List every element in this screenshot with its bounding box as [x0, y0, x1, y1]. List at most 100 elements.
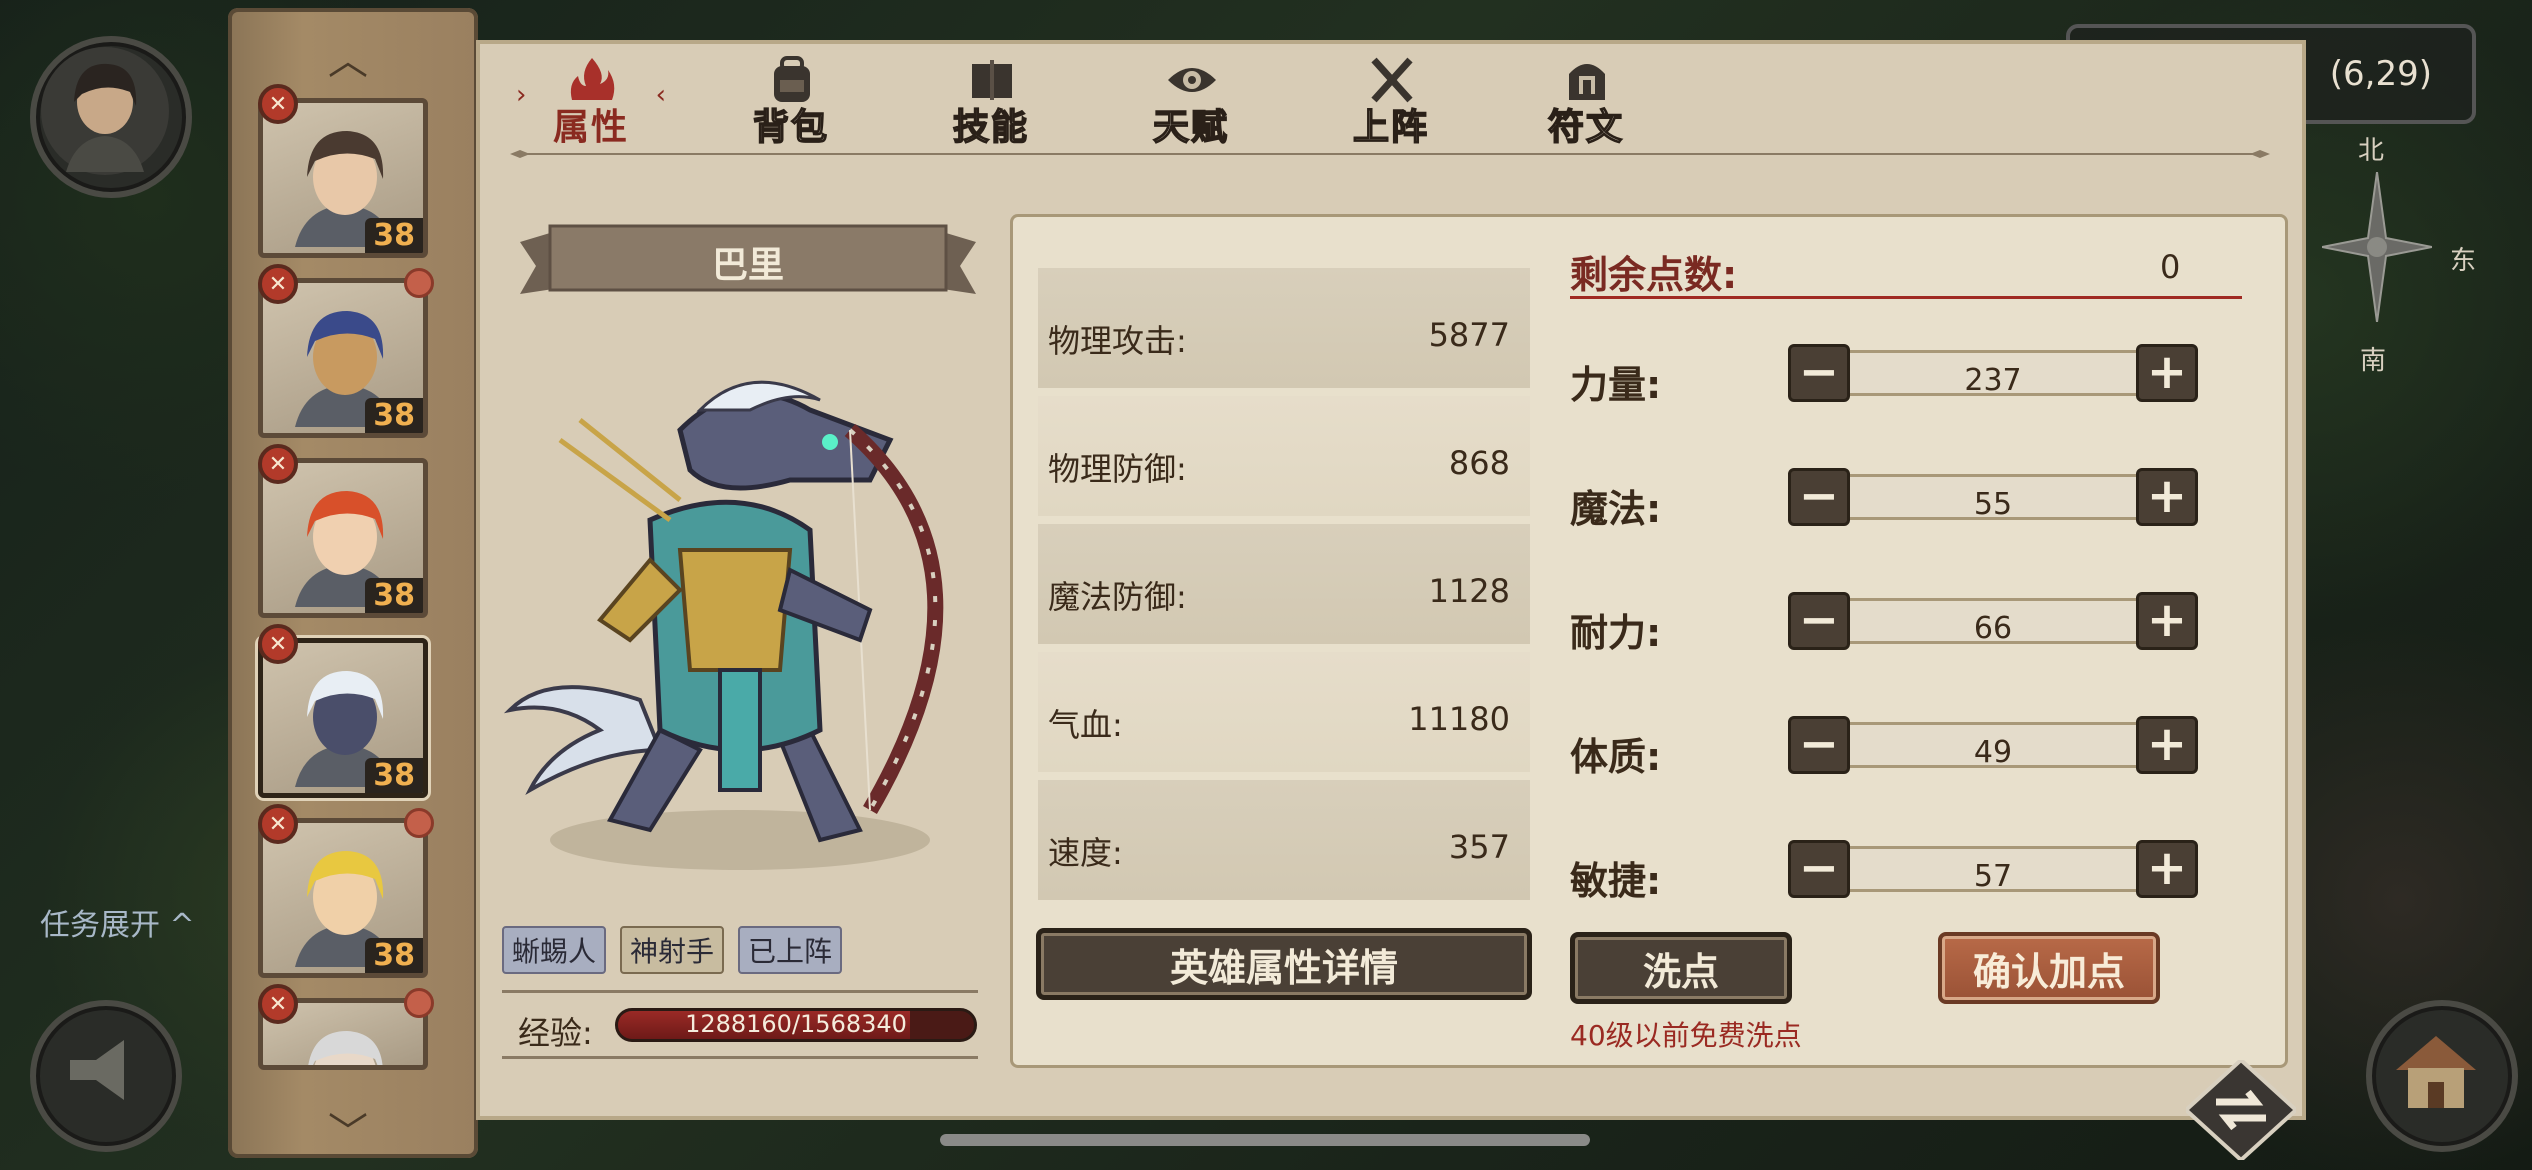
- attribute-stepper: 237 − +: [1788, 344, 2198, 402]
- experience-row: 经验: 1288160/1568340: [500, 1000, 980, 1052]
- decrease-button[interactable]: −: [1788, 716, 1850, 774]
- increase-button[interactable]: +: [2136, 344, 2198, 402]
- town-button[interactable]: [2366, 1000, 2518, 1152]
- free-reset-note: 40级以前免费洗点: [1570, 1019, 1802, 1052]
- stat-label: 物理攻击:: [1048, 322, 1187, 360]
- experience-label: 经验:: [518, 1014, 593, 1052]
- decrease-button[interactable]: −: [1788, 468, 1850, 526]
- increase-button[interactable]: +: [2136, 592, 2198, 650]
- tab-divider: [510, 150, 2270, 158]
- increase-button[interactable]: +: [2136, 840, 2198, 898]
- hero-portrait: [308, 1031, 383, 1065]
- coordinate-text: (6,29): [2329, 54, 2432, 94]
- tab-label: 天赋: [1152, 106, 1229, 149]
- class-badge-icon: ✕: [258, 804, 298, 844]
- base-stats-list: 物理攻击: 5877 物理防御: 868 魔法防御: 1128 气血: 11180 速度: 357: [1038, 268, 1530, 908]
- hero-level: 38: [365, 758, 423, 793]
- class-badge-icon: ✕: [258, 84, 298, 124]
- divider: [502, 990, 978, 993]
- compass-rose-icon: [2322, 172, 2432, 322]
- decrease-button[interactable]: −: [1788, 592, 1850, 650]
- stat-row: 速度: 357: [1038, 780, 1530, 900]
- attribute-value-field: 66: [1828, 598, 2158, 646]
- attribute-label: 魔法:: [1570, 487, 1662, 531]
- attribute-row: 魔法: 55 − +: [1570, 464, 2210, 534]
- stat-value: 5877: [1428, 316, 1510, 354]
- attribute-label: 体质:: [1570, 735, 1662, 779]
- race-tag: 蜥蜴人: [502, 926, 607, 974]
- confirm-points-button[interactable]: 确认加点: [1938, 932, 2160, 1004]
- increase-button[interactable]: +: [2136, 716, 2198, 774]
- tab-label: 背包: [752, 106, 829, 149]
- hero-stats-detail-button[interactable]: 英雄属性详情: [1036, 928, 1532, 1000]
- stat-value: 11180: [1408, 700, 1510, 738]
- attribute-value-field: 55: [1828, 474, 2158, 522]
- attribute-value-field: 237: [1828, 350, 2158, 398]
- stat-label: 物理防御:: [1048, 450, 1187, 488]
- compass-south-label: 南: [2360, 346, 2387, 376]
- attribute-value-field: 49: [1828, 722, 2158, 770]
- attribute-label: 敏捷:: [1570, 859, 1662, 903]
- remaining-points-label: 剩余点数:: [1570, 253, 1738, 297]
- hero-level: 38: [365, 218, 423, 253]
- attribute-value: 66: [1973, 611, 2013, 646]
- attribute-value-field: 57: [1828, 846, 2158, 894]
- attribute-stepper: 57 − +: [1788, 840, 2198, 898]
- deployed-tag: 已上阵: [738, 926, 843, 974]
- attribute-value: 49: [1973, 735, 2013, 770]
- class-badge-icon: ✕: [258, 444, 298, 484]
- compass-east-label: 东: [2450, 246, 2477, 276]
- stat-row: 物理攻击: 5877: [1038, 268, 1530, 388]
- stat-label: 气血:: [1048, 706, 1123, 744]
- experience-bar: 1288160/1568340: [615, 1008, 977, 1042]
- experience-value: 1288160/1568340: [685, 1010, 907, 1038]
- tab-label: 技能: [952, 106, 1029, 149]
- stat-label: 魔法防御:: [1048, 578, 1187, 616]
- stat-row: 物理防御: 868: [1038, 396, 1530, 516]
- chat-button[interactable]: [30, 1000, 182, 1152]
- class-tag: 神射手: [620, 926, 725, 974]
- roster-scroll-down-icon[interactable]: ﹀: [328, 1100, 368, 1158]
- attribute-value: 55: [1973, 487, 2013, 522]
- player-portrait-icon: [41, 47, 169, 175]
- tab-label: 符文: [1547, 106, 1624, 149]
- notification-dot: [404, 808, 434, 838]
- chevron-up-icon: ^: [169, 908, 195, 943]
- attribute-label: 耐力:: [1570, 611, 1662, 655]
- stat-row: 魔法防御: 1128: [1038, 524, 1530, 644]
- class-badge-icon: ✕: [258, 264, 298, 304]
- hero-level: 38: [365, 398, 423, 433]
- decrease-button[interactable]: −: [1788, 840, 1850, 898]
- notification-dot: [404, 988, 434, 1018]
- divider: [502, 1056, 978, 1059]
- attribute-stepper: 66 − +: [1788, 592, 2198, 650]
- reset-points-button[interactable]: 洗点: [1570, 932, 1792, 1004]
- stat-value: 1128: [1428, 572, 1510, 610]
- hero-tags: 蜥蜴人 神射手 已上阵: [502, 926, 843, 974]
- hero-name-banner: 巴里: [520, 222, 976, 302]
- roster-scroll-up-icon[interactable]: ︿: [328, 28, 368, 86]
- compass-north-label: 北: [2358, 136, 2385, 166]
- compass: 北 东 南: [2300, 130, 2476, 390]
- decrease-button[interactable]: −: [1788, 344, 1850, 402]
- remaining-points-value: 0: [2160, 248, 2181, 286]
- attribute-value: 57: [1973, 859, 2013, 894]
- class-badge-icon: ✕: [258, 984, 298, 1024]
- hero-lizardman-archer-art: [503, 380, 944, 870]
- horn-icon: [70, 1040, 124, 1100]
- increase-button[interactable]: +: [2136, 468, 2198, 526]
- player-avatar-button[interactable]: [30, 36, 192, 198]
- class-badge-icon: ✕: [258, 624, 298, 664]
- attribute-stepper: 49 − +: [1788, 716, 2198, 774]
- tab-label: 属性: [552, 107, 629, 148]
- swap-hero-icon[interactable]: [2186, 1060, 2296, 1160]
- notification-dot: [404, 268, 434, 298]
- hero-name: 巴里: [711, 245, 784, 286]
- hero-level: 38: [365, 938, 423, 973]
- tab-label: 上阵: [1352, 106, 1429, 149]
- task-expand-toggle[interactable]: 任务展开 ^: [40, 900, 195, 944]
- attribute-row: 力量: 237 − +: [1570, 340, 2210, 410]
- house-icon: [2396, 1036, 2476, 1108]
- attribute-row: 体质: 49 − +: [1570, 712, 2210, 782]
- home-indicator: [940, 1134, 1590, 1146]
